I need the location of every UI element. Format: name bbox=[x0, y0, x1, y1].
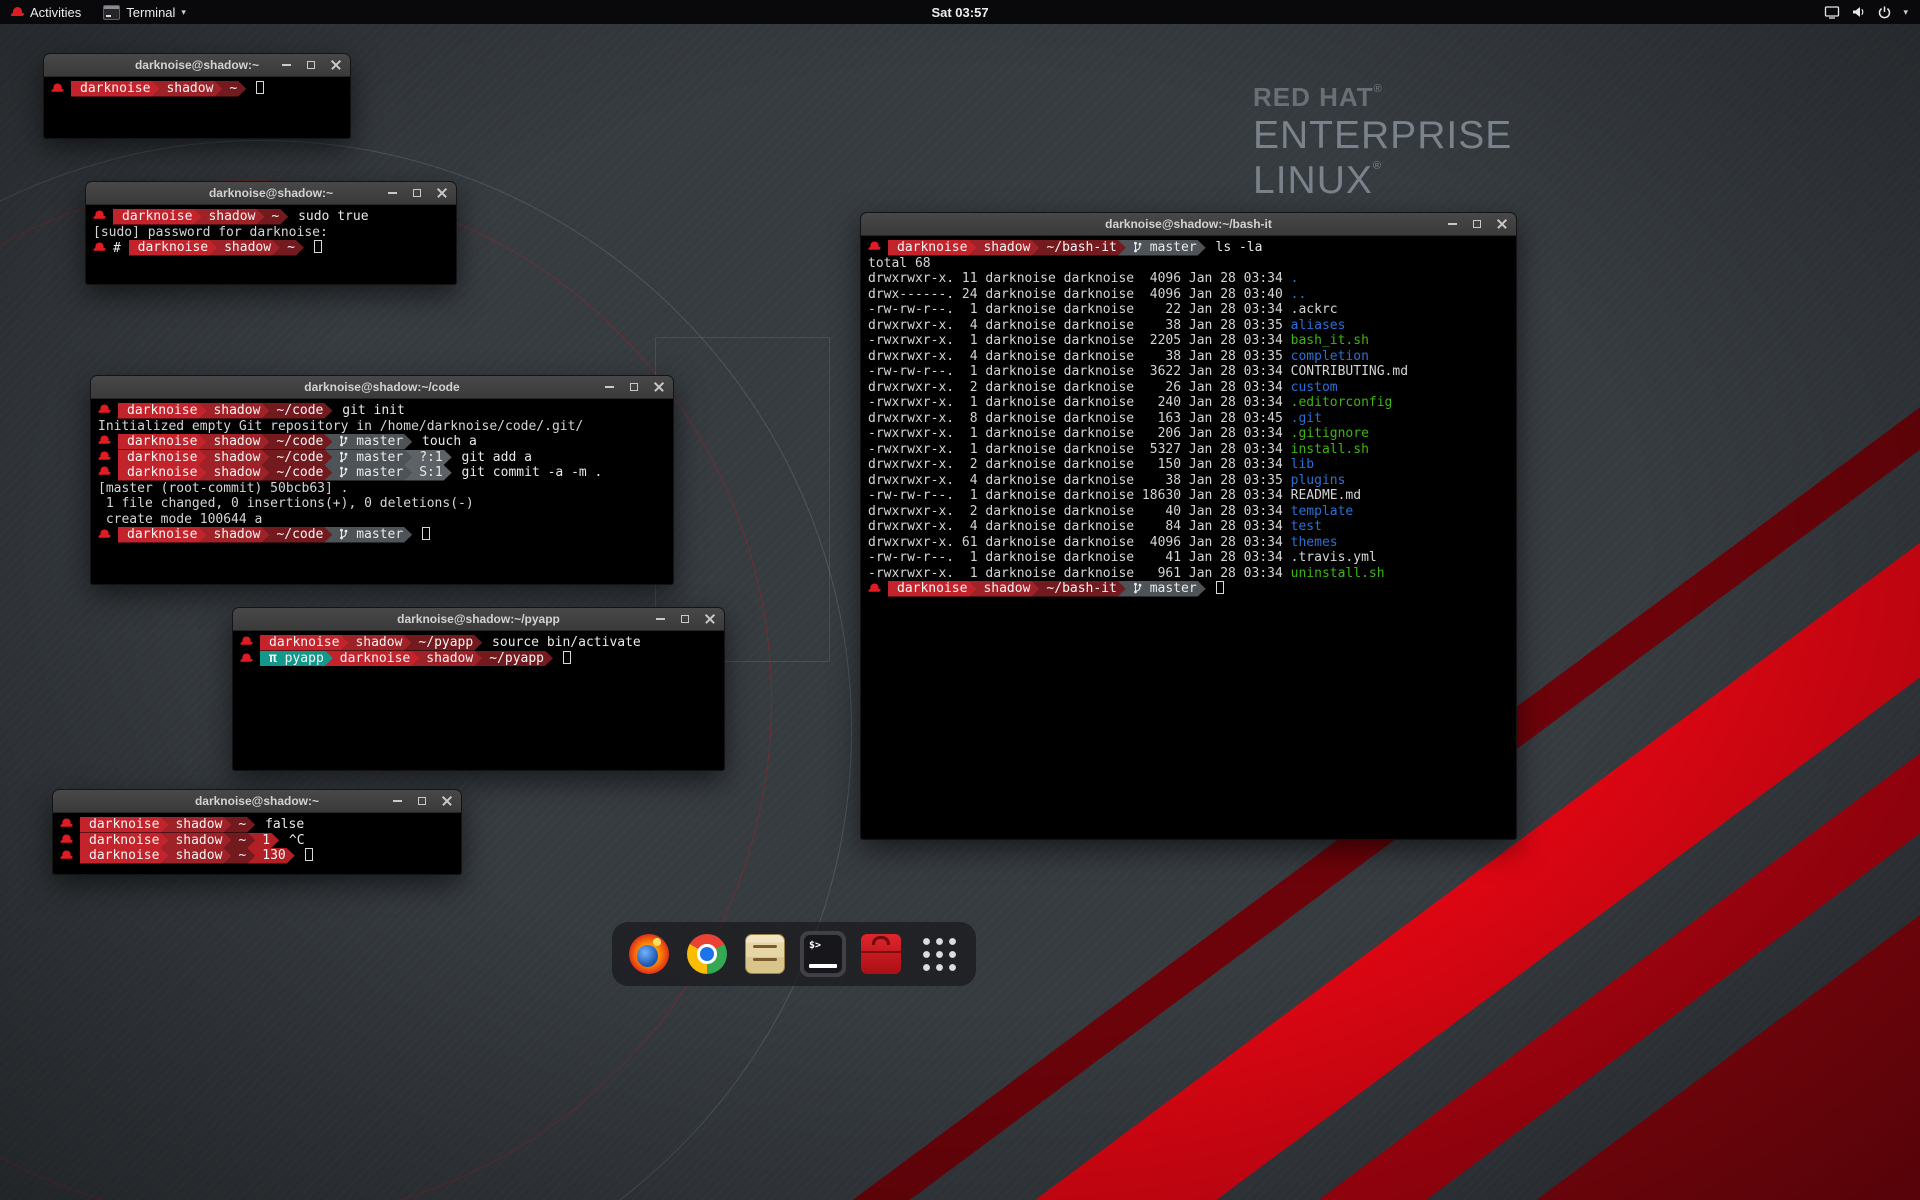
close-button[interactable] bbox=[1496, 218, 1508, 230]
redhat-logo-icon bbox=[11, 7, 24, 18]
app-grid-icon bbox=[920, 935, 959, 974]
toolbox-icon bbox=[861, 934, 901, 974]
redhat-prompt-icon bbox=[869, 241, 881, 251]
terminal-cursor bbox=[1216, 581, 1224, 594]
minimize-button[interactable] bbox=[654, 613, 666, 625]
dock-item-chrome[interactable] bbox=[684, 931, 730, 977]
screen-icon bbox=[1824, 5, 1840, 19]
dock-item-toolbox[interactable] bbox=[858, 931, 904, 977]
minimize-button[interactable] bbox=[603, 381, 615, 393]
window-home-sudo: darknoise@shadow:~ darknoiseshadow~ sudo… bbox=[85, 181, 457, 285]
minimize-button[interactable] bbox=[391, 795, 403, 807]
terminal-content[interactable]: darknoiseshadow~ falsedarknoiseshadow~1 … bbox=[53, 813, 461, 874]
minimize-button[interactable] bbox=[280, 59, 292, 71]
clock[interactable]: Sat 03:57 bbox=[931, 5, 988, 20]
redhat-prompt-icon bbox=[61, 834, 73, 844]
maximize-button[interactable] bbox=[411, 187, 423, 199]
terminal-cursor bbox=[422, 527, 430, 540]
brand-line-2: ENTERPRISE bbox=[1253, 116, 1512, 155]
desktop: RED HAT® ENTERPRISE LINUX® Activities Te… bbox=[0, 0, 1920, 1200]
dock-item-firefox[interactable] bbox=[626, 931, 672, 977]
redhat-prompt-icon bbox=[99, 466, 111, 476]
terminal-content[interactable]: darknoiseshadow~/code git initInitialize… bbox=[91, 399, 673, 584]
maximize-button[interactable] bbox=[1471, 218, 1483, 230]
chevron-down-icon: ▾ bbox=[181, 7, 186, 18]
brand-line-3: LINUX® bbox=[1253, 161, 1512, 200]
dock-item-app-grid[interactable] bbox=[916, 931, 962, 977]
top-bar: Activities Terminal ▾ Sat 03:57 ▾ bbox=[0, 0, 1920, 24]
redhat-prompt-icon bbox=[99, 435, 111, 445]
close-button[interactable] bbox=[441, 795, 453, 807]
window-home-1: darknoise@shadow:~ darknoiseshadow~ bbox=[43, 53, 351, 139]
rhel-wordmark: RED HAT® ENTERPRISE LINUX® bbox=[1253, 84, 1512, 200]
terminal-cursor bbox=[314, 240, 322, 253]
close-button[interactable] bbox=[436, 187, 448, 199]
dock-item-files[interactable] bbox=[742, 931, 788, 977]
redhat-prompt-icon bbox=[61, 850, 73, 860]
window-title: darknoise@shadow:~ bbox=[135, 58, 259, 72]
close-button[interactable] bbox=[330, 59, 342, 71]
redhat-prompt-icon bbox=[99, 404, 111, 414]
maximize-button[interactable] bbox=[679, 613, 691, 625]
power-icon bbox=[1877, 5, 1892, 20]
terminal-content[interactable]: darknoiseshadow~ bbox=[44, 77, 350, 138]
window-title: darknoise@shadow:~/pyapp bbox=[397, 612, 560, 626]
terminal-icon bbox=[103, 5, 120, 20]
redhat-prompt-icon bbox=[241, 636, 253, 646]
window-titlebar[interactable]: darknoise@shadow:~ bbox=[86, 182, 456, 205]
terminal-cursor bbox=[256, 81, 264, 94]
files-icon bbox=[745, 934, 785, 974]
maximize-button[interactable] bbox=[416, 795, 428, 807]
chrome-icon bbox=[687, 934, 727, 974]
window-code: darknoise@shadow:~/code darknoiseshadow~… bbox=[90, 375, 674, 585]
redhat-prompt-icon bbox=[94, 210, 106, 220]
window-titlebar[interactable]: darknoise@shadow:~ bbox=[44, 54, 350, 77]
redhat-prompt-icon bbox=[61, 818, 73, 828]
terminal-content[interactable]: darknoiseshadow~/pyapp source bin/activa… bbox=[233, 631, 724, 770]
window-title: darknoise@shadow:~/bash-it bbox=[1105, 217, 1272, 231]
app-menu-terminal[interactable]: Terminal ▾ bbox=[92, 0, 197, 24]
volume-icon bbox=[1851, 5, 1866, 19]
activities-button[interactable]: Activities bbox=[0, 0, 92, 24]
brand-line-1: RED HAT® bbox=[1253, 84, 1512, 110]
maximize-button[interactable] bbox=[628, 381, 640, 393]
close-button[interactable] bbox=[653, 381, 665, 393]
redhat-prompt-icon bbox=[52, 83, 64, 93]
firefox-icon bbox=[629, 934, 669, 974]
terminal-app-icon: $> bbox=[803, 934, 843, 974]
window-titlebar[interactable]: darknoise@shadow:~/code bbox=[91, 376, 673, 399]
minimize-button[interactable] bbox=[1446, 218, 1458, 230]
chevron-down-icon: ▾ bbox=[1903, 7, 1908, 18]
window-pyapp: darknoise@shadow:~/pyapp darknoiseshadow… bbox=[232, 607, 725, 771]
terminal-content[interactable]: darknoiseshadow~ sudo true[sudo] passwor… bbox=[86, 205, 456, 284]
close-button[interactable] bbox=[704, 613, 716, 625]
dock-item-terminal[interactable]: $> bbox=[800, 931, 846, 977]
redhat-prompt-icon bbox=[99, 451, 111, 461]
window-titlebar[interactable]: darknoise@shadow:~/pyapp bbox=[233, 608, 724, 631]
window-title: darknoise@shadow:~ bbox=[195, 794, 319, 808]
redhat-prompt-icon bbox=[94, 242, 106, 252]
window-titlebar[interactable]: darknoise@shadow:~/bash-it bbox=[861, 213, 1516, 236]
redhat-prompt-icon bbox=[99, 529, 111, 539]
terminal-content[interactable]: darknoiseshadow~/bash-it master ls -lato… bbox=[861, 236, 1516, 839]
system-status-area[interactable]: ▾ bbox=[1824, 5, 1920, 20]
window-title: darknoise@shadow:~/code bbox=[304, 380, 459, 394]
redhat-prompt-icon bbox=[869, 583, 881, 593]
maximize-button[interactable] bbox=[305, 59, 317, 71]
window-home-exit: darknoise@shadow:~ darknoiseshadow~ fals… bbox=[52, 789, 462, 875]
window-bash-it: darknoise@shadow:~/bash-it darknoiseshad… bbox=[860, 212, 1517, 840]
minimize-button[interactable] bbox=[386, 187, 398, 199]
app-menu-label: Terminal bbox=[126, 5, 175, 20]
window-title: darknoise@shadow:~ bbox=[209, 186, 333, 200]
window-titlebar[interactable]: darknoise@shadow:~ bbox=[53, 790, 461, 813]
dock: $> bbox=[612, 922, 976, 986]
terminal-cursor bbox=[563, 651, 571, 664]
redhat-prompt-icon bbox=[241, 653, 253, 663]
activities-label: Activities bbox=[30, 5, 81, 20]
terminal-cursor bbox=[305, 848, 313, 861]
